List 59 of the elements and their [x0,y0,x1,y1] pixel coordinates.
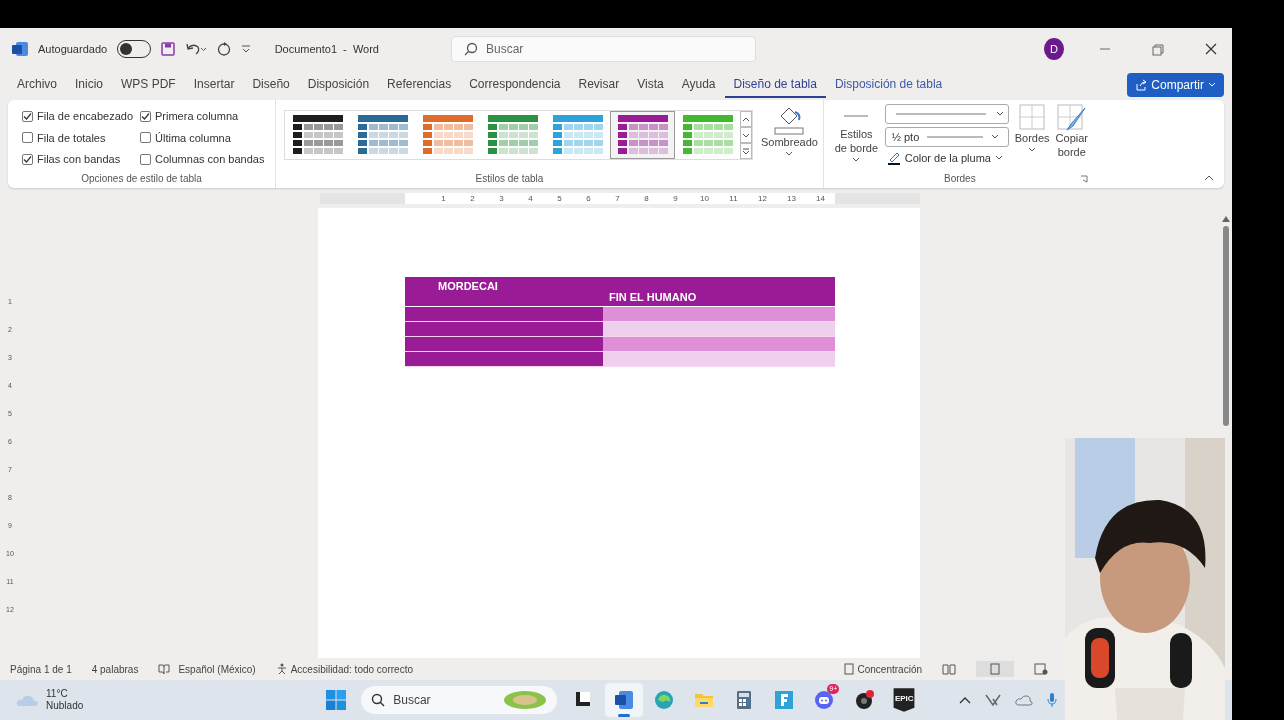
ribbon-tab[interactable]: Disposición [298,72,379,98]
ribbon-tab[interactable]: Insertar [184,72,244,98]
ribbon-tab[interactable]: WPS PDF [112,72,185,98]
borders-button[interactable]: Bordes [1014,104,1050,154]
ruler-number: 7 [614,192,621,204]
search-field[interactable]: Buscar [451,36,756,62]
taskbar-app-button[interactable]: EPIC [885,683,924,717]
ruler-number: 11 [728,192,739,204]
shading-button[interactable]: Sombreado [761,104,818,158]
word-count: 4 palabras [91,662,139,677]
table-header-cell-text: MORDECAI [437,279,499,294]
ruler-number: 2 [469,192,476,204]
checkbox-label: Filas con bandas [37,152,121,167]
ribbon-tab[interactable]: Inicio [66,72,113,98]
focus-button[interactable]: Concentración [842,661,922,677]
ruler-number: 5 [556,192,563,204]
user-avatar[interactable]: D [1043,38,1064,60]
weather-condition: Nublado [46,700,84,712]
ruler-number: 6 [585,192,592,204]
ribbon-tab[interactable]: Archivo [8,72,66,98]
ribbon-tab[interactable]: Diseño [243,72,299,98]
ribbon-tab[interactable]: Correspondencia [460,72,570,98]
ruler-number: 4 [527,192,534,204]
accessibility-status[interactable]: Accesibilidad: todo correcto [275,661,413,677]
taskbar-search-field[interactable]: Buscar [361,686,558,714]
ruler-number: 1 [440,192,447,204]
border-styles-button[interactable]: Estilos de borde [834,104,879,164]
group-title: Bordes [944,172,976,186]
ruler-number: 3 [498,192,505,204]
checkbox-label: Última columna [155,130,231,146]
ruler-number: 13 [786,192,797,204]
ribbon-tab[interactable]: Referencias [378,72,461,98]
ribbon-tab[interactable]: Diseño de tabla [724,72,826,98]
ribbon-tab[interactable]: Ayuda [672,72,725,98]
icon-label: EPIC [894,694,914,703]
checkbox-label: Columnas con bandas [155,152,265,167]
copy-border-button[interactable]: Copiar borde [1055,104,1088,160]
group-title: Opciones de estilo de tabla [80,172,203,186]
checkbox-label: Fila de encabezado [37,109,133,124]
line-weight-dropdown[interactable]: ½ pto [884,127,1009,147]
group-title: Estilos de tabla [474,172,545,186]
share-button[interactable]: Compartir [1127,73,1224,97]
autosave-label: Autoguardado [38,41,108,57]
ruler-number: 12 [757,192,768,204]
language-label[interactable]: Español (México) [178,661,256,677]
pen-color-button[interactable]: Color de la pluma [884,150,1009,167]
ruler-number: 14 [815,192,826,204]
ruler-number: 10 [699,192,710,204]
page-count: Página 1 de 1 [10,662,72,677]
document-title: Documento1 - Word [274,41,379,57]
weather-temperature: 11°C [46,688,69,700]
ruler-number: 8 [643,192,650,204]
checkbox-label: Fila de totales [37,130,106,146]
checkbox-label: Primera columna [155,109,239,124]
ribbon-tab[interactable]: Disposición de tabla [825,72,952,98]
ruler-number: 9 [672,192,679,204]
ribbon-tab[interactable]: Revisar [569,72,629,98]
ribbon-tab[interactable]: Vista [628,72,673,98]
table-header-cell-text: FIN EL HUMANO [608,289,697,305]
